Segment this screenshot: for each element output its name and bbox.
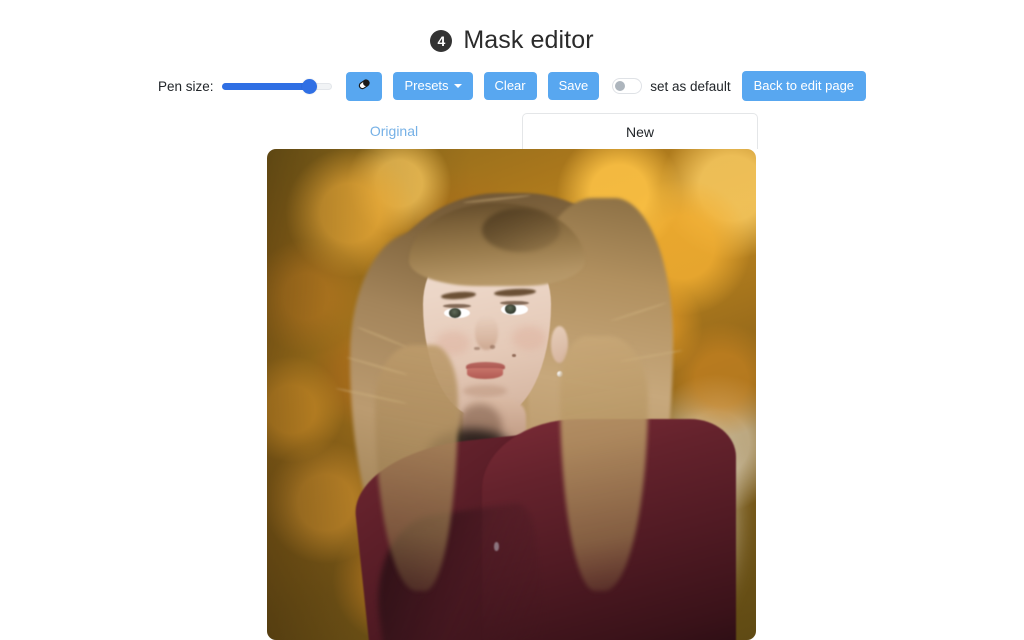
page-title: Mask editor — [463, 26, 594, 54]
pen-size-label: Pen size: — [157, 78, 214, 94]
image-view-tabs: Original New — [0, 113, 1024, 149]
coat-detail — [494, 541, 499, 551]
step-number-badge: 4 — [430, 29, 453, 52]
pen-size-slider[interactable] — [222, 78, 333, 94]
toggle-knob — [615, 81, 626, 91]
cheek-right — [511, 325, 546, 351]
eraser-icon — [355, 75, 373, 97]
slider-fill — [222, 83, 311, 90]
page-header: 4 Mask editor — [0, 26, 1024, 55]
photo-subject — [267, 149, 756, 640]
clear-button[interactable]: Clear — [483, 72, 537, 100]
chevron-down-icon — [453, 84, 462, 88]
mask-canvas[interactable] — [267, 149, 756, 640]
nostril-right — [489, 345, 496, 349]
chin-shading — [462, 384, 507, 397]
lower-lip — [467, 368, 503, 379]
set-as-default-toggle[interactable] — [612, 78, 643, 94]
presets-label: Presets — [404, 78, 449, 93]
editor-toolbar: Pen size: Presets Clear Save set as defa… — [0, 71, 1024, 101]
set-as-default-label: set as default — [650, 78, 731, 94]
eraser-tool-button[interactable] — [346, 71, 383, 101]
eyelid-right — [499, 300, 530, 305]
hair-part — [482, 207, 561, 253]
mask-editor-page: 4 Mask editor Pen size: Presets Clear Sa… — [0, 0, 1024, 640]
slider-thumb[interactable] — [302, 79, 318, 94]
back-to-edit-page-button[interactable]: Back to edit page — [741, 71, 867, 101]
save-button[interactable]: Save — [547, 72, 600, 100]
tab-new[interactable]: New — [522, 113, 758, 149]
presets-dropdown-button[interactable]: Presets — [393, 72, 473, 100]
portrait-photo — [267, 149, 756, 640]
iris-left — [449, 307, 462, 318]
nostril-left — [474, 346, 480, 351]
tab-original[interactable]: Original — [331, 113, 457, 149]
